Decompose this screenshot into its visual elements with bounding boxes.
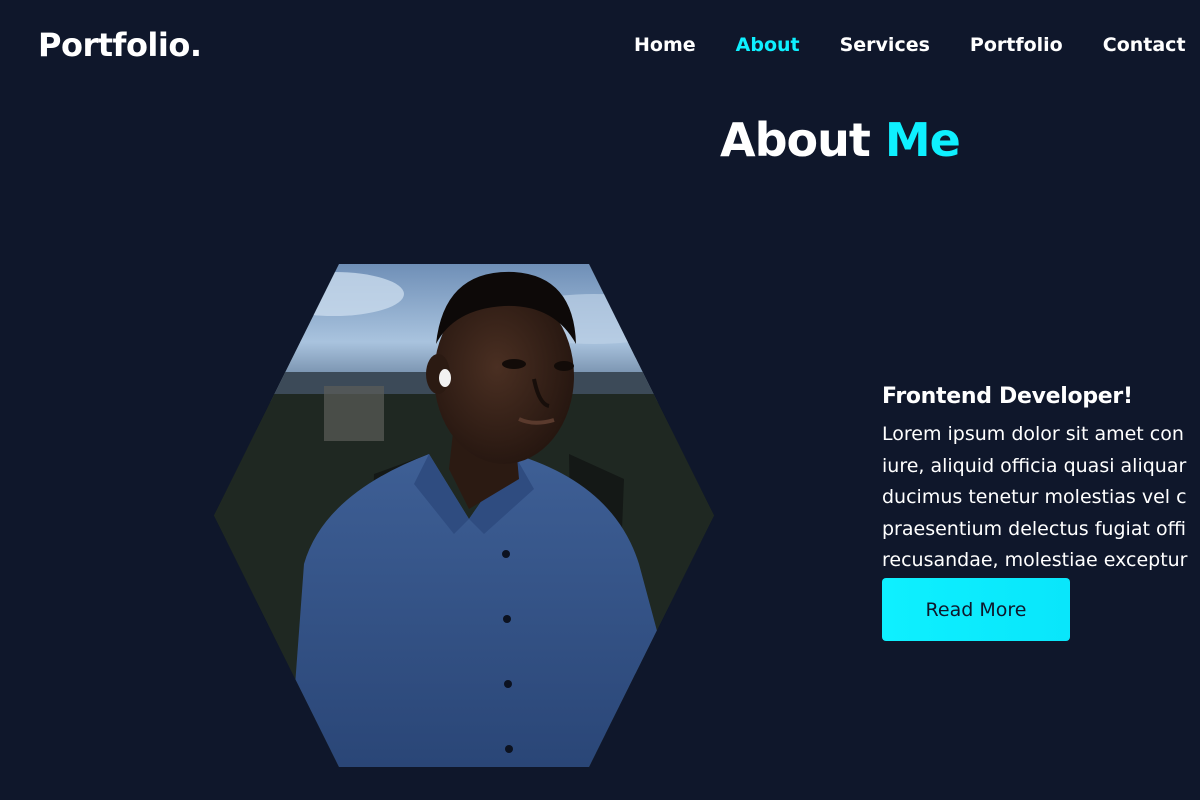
about-subtitle: Frontend Developer! <box>882 384 1133 409</box>
about-paragraph: Lorem ipsum dolor sit amet con iure, ali… <box>882 419 1200 577</box>
profile-photo <box>214 264 714 767</box>
section-heading: About Me <box>720 113 961 167</box>
section-heading-accent: Me <box>884 113 961 167</box>
read-more-button[interactable]: Read More <box>882 578 1070 641</box>
section-heading-plain: About <box>720 113 871 167</box>
profile-photo-illustration <box>214 264 714 767</box>
about-paragraph-line: iure, aliquid officia quasi aliquar <box>882 454 1187 477</box>
nav-item-services[interactable]: Services <box>840 34 930 56</box>
main-nav: Home About Services Portfolio Contact <box>634 34 1200 56</box>
about-paragraph-line: Lorem ipsum dolor sit amet con <box>882 423 1184 445</box>
about-paragraph-line: ducimus tenetur molestias vel c <box>882 486 1187 508</box>
nav-item-portfolio[interactable]: Portfolio <box>970 34 1063 56</box>
nav-item-about[interactable]: About <box>736 34 800 56</box>
nav-item-home[interactable]: Home <box>634 34 696 56</box>
nav-item-contact[interactable]: Contact <box>1103 34 1186 56</box>
about-paragraph-line: recusandae, molestiae exceptur <box>882 549 1188 571</box>
about-paragraph-line: praesentium delectus fugiat offi <box>882 517 1186 540</box>
logo[interactable]: Portfolio. <box>38 26 202 64</box>
about-text: Frontend Developer! Lorem ipsum dolor si… <box>882 384 1200 577</box>
page: Portfolio. Home About Services Portfolio… <box>0 0 1200 800</box>
